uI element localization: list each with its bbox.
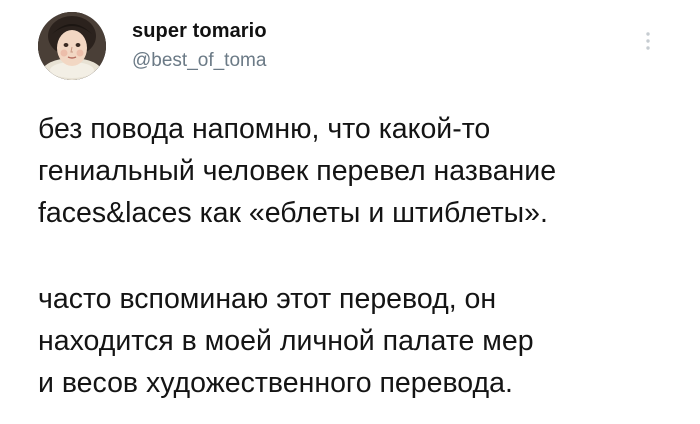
author-handle[interactable]: @best_of_toma bbox=[132, 50, 266, 72]
portrait-avatar-icon bbox=[38, 12, 106, 80]
tweet-card: super tomario @best_of_toma без повода н… bbox=[0, 0, 700, 424]
tweet-line: часто вспоминаю этот перевод, он bbox=[38, 283, 497, 315]
tweet-line: без повода напомню, что какой-то bbox=[38, 113, 491, 145]
tweet-line: гениальный человек перевел название bbox=[38, 155, 557, 187]
tweet-line: находится в моей личной палате мер bbox=[38, 325, 534, 357]
tweet-paragraph: часто вспоминаю этот перевод, он находит… bbox=[38, 278, 688, 404]
author-display-name[interactable]: super tomario bbox=[132, 20, 267, 43]
tweet-paragraph: без повода напомню, что какой-то гениаль… bbox=[38, 108, 688, 234]
more-options-button[interactable] bbox=[628, 26, 658, 56]
tweet-line: и весов художественного перевода. bbox=[38, 367, 513, 399]
more-vertical-icon bbox=[646, 32, 650, 50]
tweet-line: faces&laces как «еблеты и штиблеты». bbox=[38, 197, 548, 229]
tweet-text: без повода напомню, что какой-то гениаль… bbox=[38, 108, 688, 404]
avatar[interactable] bbox=[38, 12, 106, 80]
